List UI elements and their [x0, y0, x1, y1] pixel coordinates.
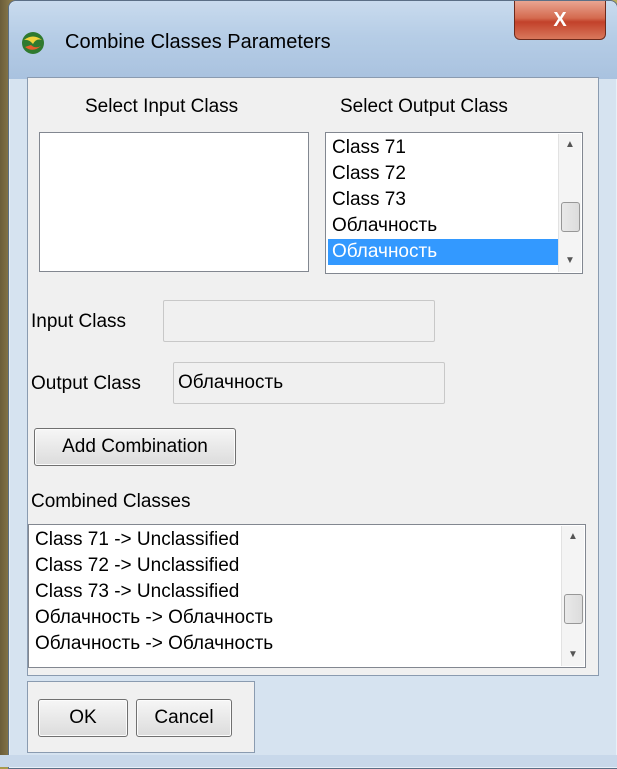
close-icon: X: [553, 8, 567, 31]
list-item[interactable]: Облачность: [328, 239, 558, 265]
list-item[interactable]: Облачность -> Облачность: [31, 631, 561, 657]
scroll-thumb[interactable]: [561, 202, 580, 232]
output-list-label: Select Output Class: [340, 96, 508, 117]
input-class-label: Input Class: [31, 311, 127, 332]
window-bottom-edge: [0, 755, 617, 767]
output-class-list[interactable]: Class 71 Class 72 Class 73 Облачность Облачн…: [325, 132, 583, 274]
chevron-down-icon[interactable]: ▼: [562, 644, 584, 666]
input-list-label: Select Input Class: [85, 96, 239, 117]
dialog-content: Select Input Class Select Output Class C…: [27, 77, 599, 676]
chevron-up-icon[interactable]: ▲: [559, 134, 581, 156]
input-class-list[interactable]: [39, 132, 309, 272]
dialog-window: Combine Classes Parameters X Select Inpu…: [8, 0, 617, 769]
scroll-thumb[interactable]: [564, 594, 583, 624]
output-class-field[interactable]: Облачность: [173, 362, 445, 404]
close-button[interactable]: X: [514, 1, 606, 40]
list-item[interactable]: Class 73 -> Unclassified: [31, 579, 561, 605]
chevron-up-icon[interactable]: ▲: [562, 526, 584, 548]
list-item[interactable]: Class 72 -> Unclassified: [31, 553, 561, 579]
combined-classes-label: Combined Classes: [31, 491, 191, 512]
list-item[interactable]: Облачность -> Облачность: [31, 605, 561, 631]
cancel-button[interactable]: Cancel: [136, 699, 232, 737]
list-item[interactable]: Class 72: [328, 161, 558, 187]
list-item[interactable]: Облачность: [328, 213, 558, 239]
add-combination-button[interactable]: Add Combination: [34, 428, 236, 466]
ok-button[interactable]: OK: [38, 699, 128, 737]
title-bar[interactable]: Combine Classes Parameters X: [9, 1, 617, 79]
window-title: Combine Classes Parameters: [65, 31, 331, 53]
input-class-field[interactable]: [163, 300, 435, 342]
list-item[interactable]: Class 73: [328, 187, 558, 213]
combined-list-scrollbar[interactable]: ▲ ▼: [561, 526, 584, 666]
combined-classes-list[interactable]: Class 71 -> Unclassified Class 72 -> Uncl…: [28, 524, 586, 668]
globe-icon: [22, 32, 44, 54]
button-panel: OK Cancel: [27, 681, 255, 753]
output-class-label: Output Class: [31, 373, 141, 394]
output-list-scrollbar[interactable]: ▲ ▼: [558, 134, 581, 272]
chevron-down-icon[interactable]: ▼: [559, 250, 581, 272]
list-item[interactable]: Class 71 -> Unclassified: [31, 527, 561, 553]
list-item[interactable]: Class 71: [328, 135, 558, 161]
